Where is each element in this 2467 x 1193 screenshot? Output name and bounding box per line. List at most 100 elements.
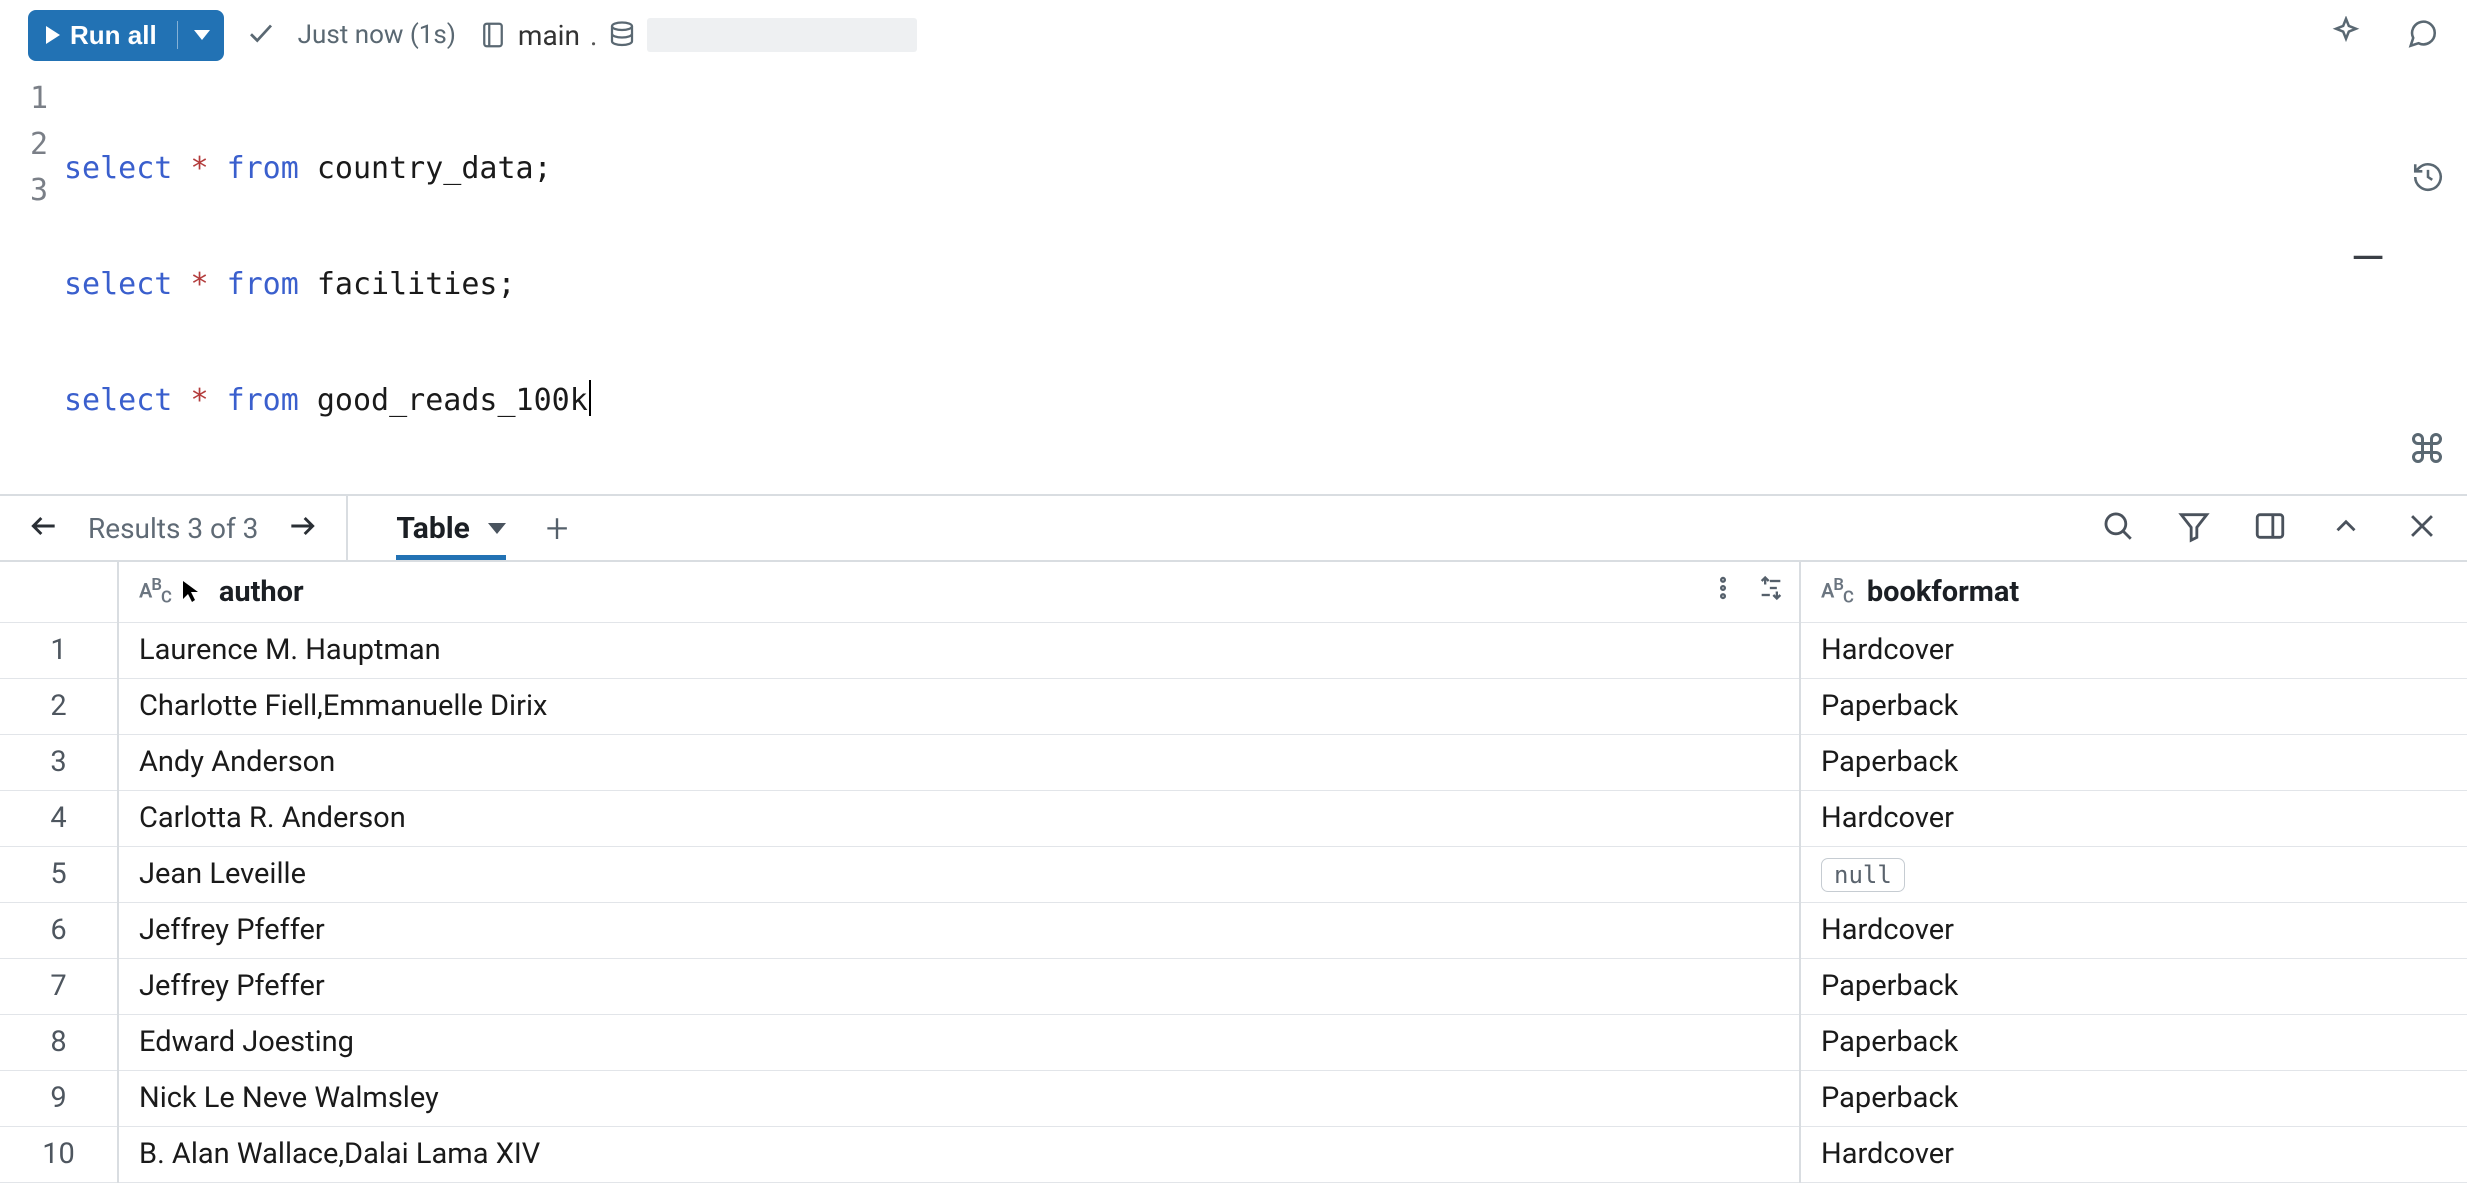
- row-number: 9: [0, 1070, 118, 1126]
- run-all-label: Run all: [70, 20, 157, 51]
- cell-bookformat[interactable]: Hardcover: [1800, 1126, 2467, 1182]
- cell-bookformat[interactable]: Hardcover: [1800, 790, 2467, 846]
- table-row[interactable]: 10B. Alan Wallace,Dalai Lama XIVHardcove…: [0, 1126, 2467, 1182]
- assistant-icon[interactable]: [2329, 16, 2363, 54]
- cell-author[interactable]: Charlotte Fiell,Emmanuelle Dirix: [118, 678, 1800, 734]
- cell-author[interactable]: Nick Le Neve Walmsley: [118, 1070, 1800, 1126]
- row-number: 3: [0, 734, 118, 790]
- chevron-up-icon[interactable]: [2329, 509, 2363, 547]
- add-tab-button[interactable]: +: [546, 505, 569, 552]
- tab-table[interactable]: Table: [396, 496, 505, 560]
- code-line[interactable]: select * from country_data;: [64, 146, 591, 192]
- run-divider: [177, 21, 178, 49]
- catalog-selector[interactable]: main .: [478, 18, 917, 52]
- table-row[interactable]: 6Jeffrey PfefferHardcover: [0, 902, 2467, 958]
- table-header-row: ABC author ABC bookformat: [0, 562, 2467, 622]
- tab-label: Table: [396, 511, 469, 546]
- column-header-author[interactable]: ABC author: [118, 562, 1800, 622]
- string-type-icon: ABC: [1821, 576, 1853, 608]
- row-number: 4: [0, 790, 118, 846]
- code-area[interactable]: select * from country_data; select * fro…: [64, 70, 591, 494]
- results-counter: Results 3 of 3: [88, 512, 258, 545]
- cell-bookformat[interactable]: Paperback: [1800, 958, 2467, 1014]
- chevron-down-icon[interactable]: [488, 523, 506, 534]
- filter-icon[interactable]: [2177, 509, 2211, 547]
- cursor-icon: [181, 577, 201, 611]
- cell-bookformat[interactable]: Paperback: [1800, 678, 2467, 734]
- cell-bookformat[interactable]: Hardcover: [1800, 622, 2467, 678]
- column-header-bookformat[interactable]: ABC bookformat: [1800, 562, 2467, 622]
- catalog-name: main: [518, 19, 580, 52]
- results-table-wrap: ABC author ABC bookformat: [0, 562, 2467, 1193]
- results-table: ABC author ABC bookformat: [0, 562, 2467, 1183]
- toolbar: Run all Just now (1s) main .: [0, 0, 2467, 70]
- column-menu-icon[interactable]: [1709, 574, 1737, 610]
- table-row[interactable]: 9Nick Le Neve WalmsleyPaperback: [0, 1070, 2467, 1126]
- table-row[interactable]: 5Jean Leveille null: [0, 846, 2467, 902]
- play-icon: [46, 26, 60, 44]
- cell-bookformat[interactable]: Paperback: [1800, 1070, 2467, 1126]
- history-icon[interactable]: [2411, 160, 2445, 198]
- keyboard-shortcut-icon[interactable]: [2409, 430, 2445, 470]
- line-number: 3: [0, 168, 48, 214]
- search-icon[interactable]: [2101, 509, 2135, 547]
- cell-author[interactable]: Jean Leveille: [118, 846, 1800, 902]
- text-cursor: [589, 380, 591, 416]
- chevron-down-icon[interactable]: [194, 30, 210, 40]
- code-line[interactable]: select * from facilities;: [64, 262, 591, 308]
- code-line[interactable]: select * from good_reads_100k: [64, 378, 591, 424]
- cell-bookformat[interactable]: null: [1800, 846, 2467, 902]
- cell-bookformat[interactable]: Paperback: [1800, 734, 2467, 790]
- run-status-text: Just now (1s): [298, 20, 456, 50]
- panel-toggle-icon[interactable]: [2253, 509, 2287, 547]
- catalog-separator: .: [590, 19, 597, 52]
- run-all-button[interactable]: Run all: [28, 10, 224, 61]
- table-row[interactable]: 1Laurence M. HauptmanHardcover: [0, 622, 2467, 678]
- notebook-icon: [478, 20, 508, 50]
- next-result-button[interactable]: [286, 510, 318, 546]
- column-name: author: [219, 575, 304, 609]
- line-number: 1: [0, 76, 48, 122]
- string-type-icon: ABC: [139, 576, 171, 608]
- null-value: null: [1821, 858, 1905, 892]
- row-number: 6: [0, 902, 118, 958]
- row-number: 2: [0, 678, 118, 734]
- results-actions: [2101, 509, 2467, 547]
- editor-rail: [2411, 160, 2445, 198]
- collapse-icon[interactable]: —: [2351, 232, 2385, 284]
- cell-bookformat[interactable]: Hardcover: [1800, 902, 2467, 958]
- row-number: 8: [0, 1014, 118, 1070]
- checkmark-icon: [246, 18, 276, 52]
- result-tabs: Table +: [348, 496, 616, 560]
- table-row[interactable]: 2Charlotte Fiell,Emmanuelle DirixPaperba…: [0, 678, 2467, 734]
- table-row[interactable]: 4Carlotta R. AndersonHardcover: [0, 790, 2467, 846]
- row-number: 5: [0, 846, 118, 902]
- rownum-header: [0, 562, 118, 622]
- results-bar: Results 3 of 3 Table +: [0, 494, 2467, 562]
- results-nav: Results 3 of 3: [0, 496, 348, 560]
- close-icon[interactable]: [2405, 509, 2439, 547]
- cell-author[interactable]: Edward Joesting: [118, 1014, 1800, 1070]
- toolbar-right: [2329, 16, 2439, 54]
- line-number: 2: [0, 122, 48, 168]
- row-number: 10: [0, 1126, 118, 1182]
- prev-result-button[interactable]: [28, 510, 60, 546]
- table-row[interactable]: 3Andy AndersonPaperback: [0, 734, 2467, 790]
- row-number: 1: [0, 622, 118, 678]
- table-row[interactable]: 7Jeffrey PfefferPaperback: [0, 958, 2467, 1014]
- cell-author[interactable]: Jeffrey Pfeffer: [118, 902, 1800, 958]
- database-icon: [607, 20, 637, 50]
- schema-name-redacted[interactable]: [647, 18, 917, 52]
- cell-author[interactable]: Andy Anderson: [118, 734, 1800, 790]
- table-row[interactable]: 8Edward JoestingPaperback: [0, 1014, 2467, 1070]
- cell-author[interactable]: Jeffrey Pfeffer: [118, 958, 1800, 1014]
- line-gutter: 1 2 3: [0, 70, 64, 494]
- cell-bookformat[interactable]: Paperback: [1800, 1014, 2467, 1070]
- sql-editor[interactable]: 1 2 3 select * from country_data; select…: [0, 70, 2467, 494]
- row-number: 7: [0, 958, 118, 1014]
- sort-icon[interactable]: [1757, 574, 1785, 610]
- cell-author[interactable]: Carlotta R. Anderson: [118, 790, 1800, 846]
- comment-icon[interactable]: [2405, 16, 2439, 54]
- cell-author[interactable]: Laurence M. Hauptman: [118, 622, 1800, 678]
- cell-author[interactable]: B. Alan Wallace,Dalai Lama XIV: [118, 1126, 1800, 1182]
